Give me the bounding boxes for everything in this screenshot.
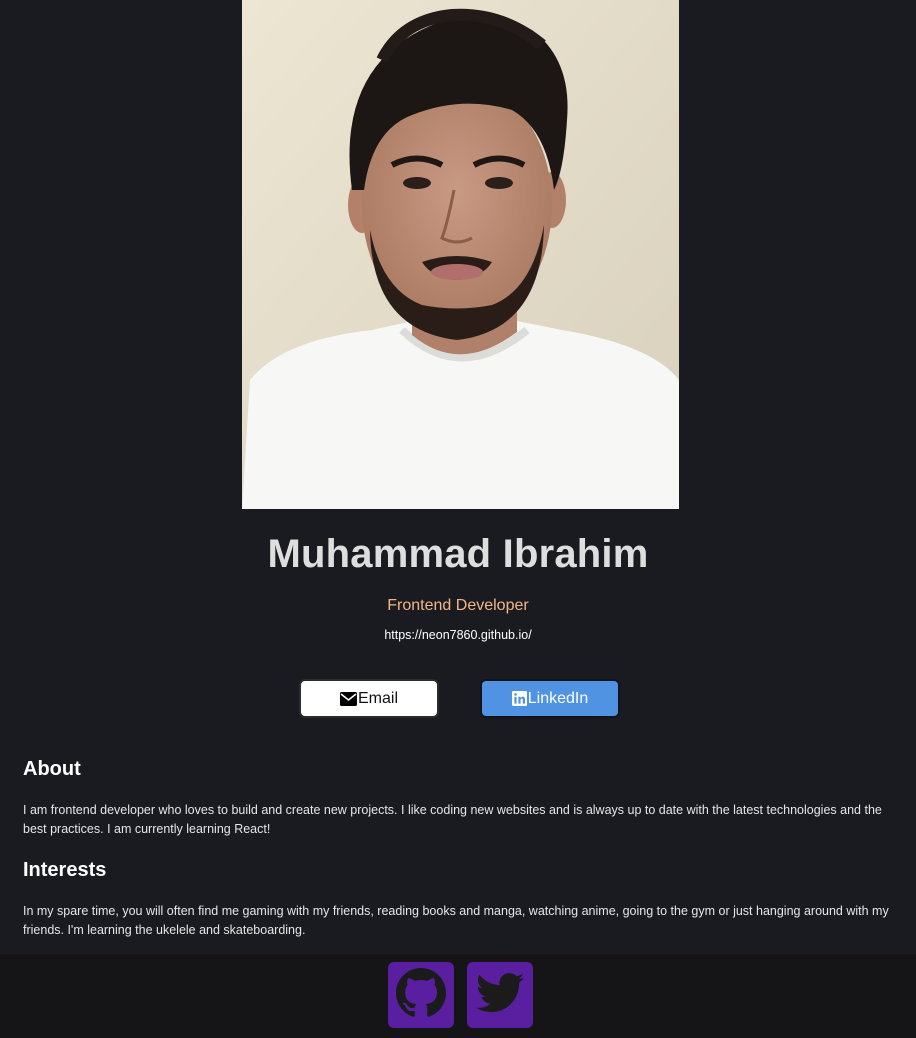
profile-photo: [242, 0, 679, 509]
twitter-link[interactable]: [467, 962, 533, 1028]
profile-name: Muhammad Ibrahim: [267, 532, 649, 576]
profile-card: Muhammad Ibrahim Frontend Developer http…: [0, 0, 916, 1038]
about-heading: About: [23, 758, 81, 780]
footer: [0, 954, 916, 1038]
email-button-label: Email: [357, 689, 398, 707]
linkedin-button-label: LinkedIn: [527, 689, 589, 707]
linkedin-button[interactable]: LinkedIn: [480, 679, 620, 718]
twitter-icon: [476, 972, 524, 1018]
linkedin-icon: [511, 691, 527, 706]
website-link[interactable]: https://neon7860.github.io/: [0, 628, 916, 642]
profile-role: Frontend Developer: [387, 597, 529, 614]
envelope-icon: [339, 691, 357, 706]
email-button[interactable]: Email: [299, 679, 439, 718]
interests-text: In my spare time, you will often find me…: [23, 904, 889, 937]
github-icon: [396, 967, 446, 1023]
interests-heading: Interests: [23, 859, 107, 881]
github-link[interactable]: [388, 962, 454, 1028]
about-text: I am frontend developer who loves to bui…: [23, 803, 882, 836]
